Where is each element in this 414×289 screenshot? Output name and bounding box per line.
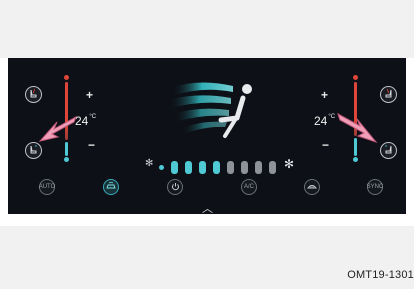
top-margin-band	[0, 0, 414, 58]
ac-button-label: A/C	[243, 184, 254, 190]
expand-chevron-icon[interactable]: ︿	[202, 200, 213, 214]
seat-vent-icon	[383, 142, 394, 160]
ac-button[interactable]: A/C	[241, 179, 257, 195]
left-temp-unit: °C	[89, 114, 97, 120]
fan-level-segment[interactable]	[213, 161, 220, 174]
fan-level-segment[interactable]	[199, 161, 206, 174]
left-pointer-arrow	[38, 115, 77, 142]
climate-control-panel: + 24°C − ✻ ✻ + 24°C − AUTO A/C SYNC ︿	[8, 58, 406, 214]
seat-heat-icon	[383, 86, 394, 104]
right-temp-value: 24	[314, 114, 328, 128]
right-pointer-arrow	[337, 112, 378, 144]
power-button[interactable]	[167, 179, 183, 195]
left-temp-plus-button[interactable]: +	[86, 88, 93, 102]
sync-button[interactable]: SYNC	[367, 179, 383, 195]
front-defrost-button[interactable]	[304, 179, 320, 195]
airflow-seat-graphic	[168, 82, 252, 138]
sync-button-label: SYNC	[366, 184, 384, 190]
fan-level-dot	[159, 165, 164, 170]
fan-level-segment[interactable]	[171, 161, 178, 174]
recirculation-icon	[106, 182, 116, 192]
left-seat-heat-button[interactable]	[25, 86, 42, 103]
right-temp-cold-indicator	[353, 157, 358, 162]
right-temp-plus-button[interactable]: +	[321, 88, 328, 102]
right-temp-minus-button[interactable]: −	[322, 138, 329, 152]
power-icon	[171, 182, 180, 193]
left-temp-minus-button[interactable]: −	[88, 138, 95, 152]
left-temp-cold-indicator	[64, 157, 69, 162]
figure-code: OMT19-1301	[347, 269, 414, 281]
auto-button[interactable]: AUTO	[39, 179, 55, 195]
right-temp-display: 24°C	[314, 114, 335, 128]
bottom-button-row: AUTO A/C SYNC	[8, 179, 406, 199]
fan-low-icon[interactable]: ✻	[145, 158, 153, 169]
fan-level-segment[interactable]	[269, 161, 276, 174]
right-seat-vent-button[interactable]	[380, 142, 397, 159]
front-defrost-icon	[307, 182, 317, 192]
fan-level-segment[interactable]	[185, 161, 192, 174]
fan-high-icon[interactable]: ✻	[284, 157, 294, 171]
right-seat-heat-button[interactable]	[380, 86, 397, 103]
recirculation-button[interactable]	[103, 179, 119, 195]
seat-heat-icon	[28, 86, 39, 104]
auto-button-label: AUTO	[38, 184, 56, 190]
fan-level-segment[interactable]	[255, 161, 262, 174]
fan-level-segment[interactable]	[241, 161, 248, 174]
fan-level-segment[interactable]	[227, 161, 234, 174]
right-temp-hot-indicator	[353, 75, 358, 80]
left-temp-hot-indicator	[64, 75, 69, 80]
